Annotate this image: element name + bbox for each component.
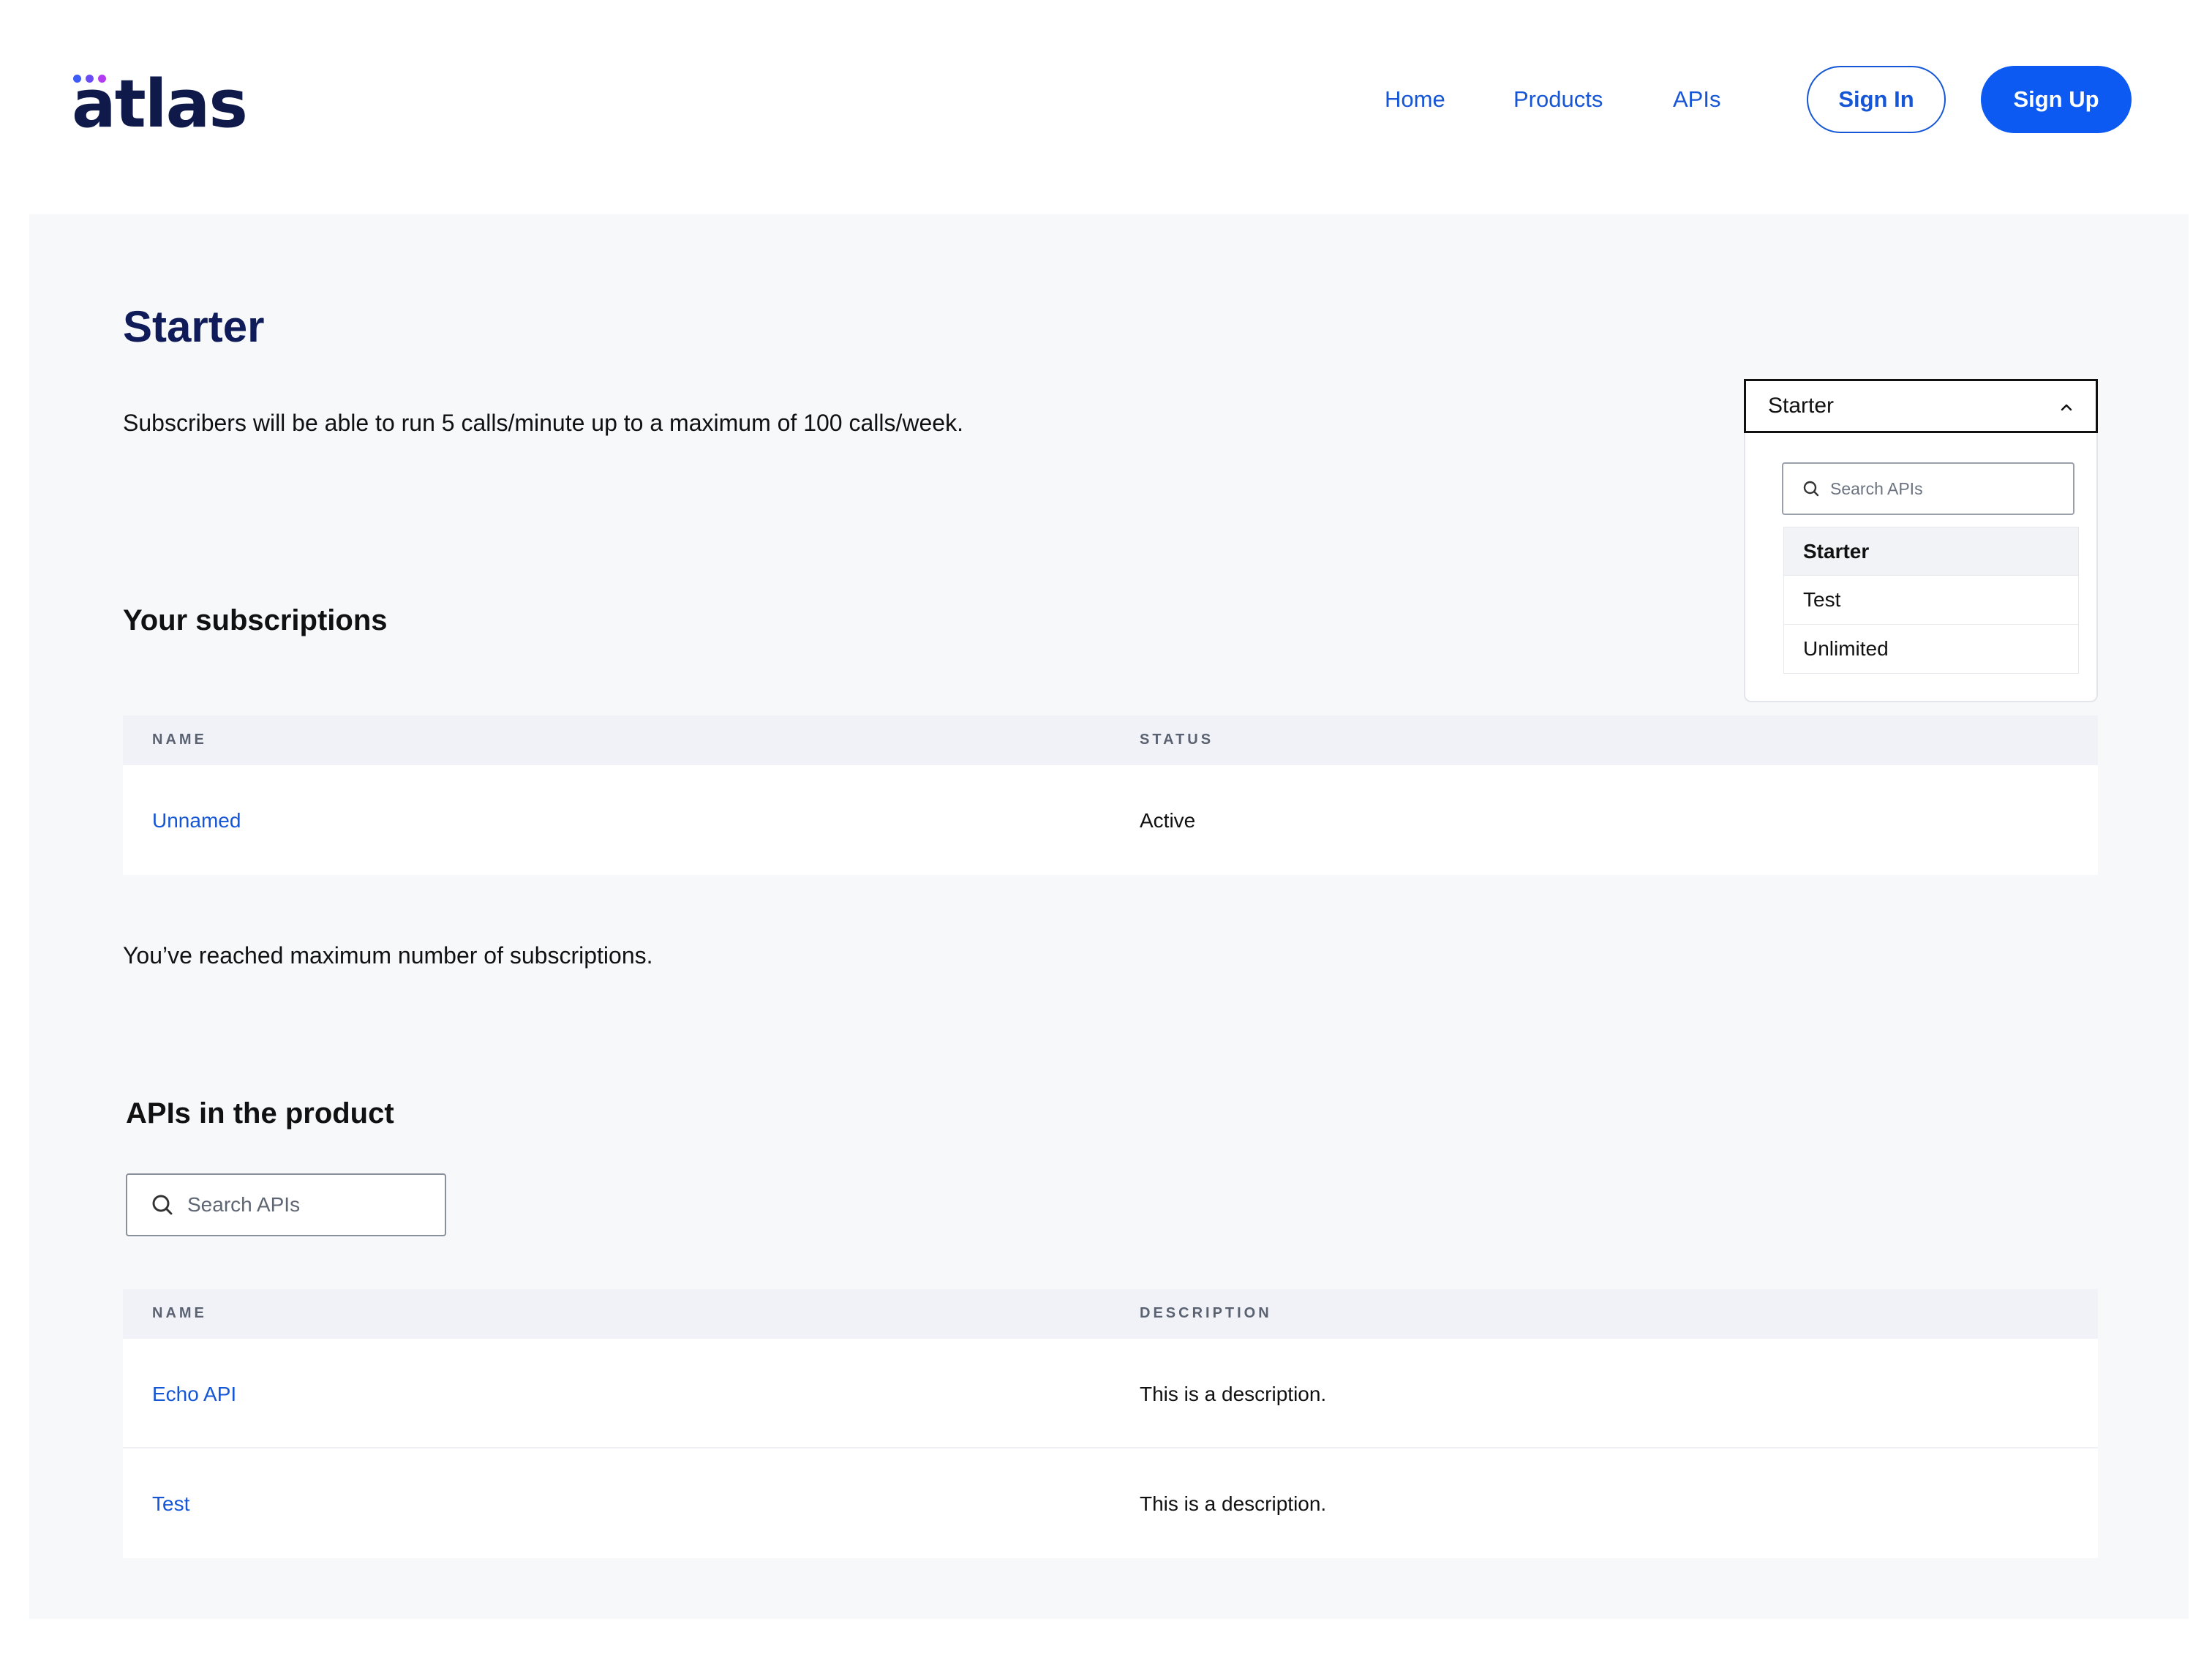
column-header-name: NAME <box>152 1305 207 1321</box>
product-description: Subscribers will be able to run 5 calls/… <box>123 410 963 436</box>
column-header-name: NAME <box>152 732 207 748</box>
atlas-logo[interactable]: atlas <box>72 72 248 138</box>
subscription-status: Active <box>1140 809 1196 832</box>
apis-table-header: NAME DESCRIPTION <box>123 1289 2098 1339</box>
sign-in-button[interactable]: Sign In <box>1807 66 1946 133</box>
api-description: This is a description. <box>1140 1492 1327 1515</box>
plan-dropdown-toggle[interactable]: Starter <box>1744 379 2098 433</box>
plan-option-starter[interactable]: Starter <box>1783 527 2079 576</box>
page-title: Starter <box>123 302 265 351</box>
site-header: atlas Home Products APIs Sign In Sign Up <box>0 0 2212 212</box>
plan-option-unlimited[interactable]: Unlimited <box>1783 625 2079 674</box>
plan-search-input[interactable]: Search APIs <box>1782 462 2074 515</box>
column-header-status: STATUS <box>1140 732 1214 748</box>
apis-table: NAME DESCRIPTION Echo API This is a desc… <box>123 1289 2098 1558</box>
logo-text: atlas <box>72 66 248 143</box>
nav-home[interactable]: Home <box>1385 86 1445 113</box>
search-icon <box>152 1195 173 1215</box>
subscription-limit-note: You’ve reached maximum number of subscri… <box>123 942 653 969</box>
plan-option-test[interactable]: Test <box>1783 576 2079 625</box>
api-name-link[interactable]: Test <box>152 1492 189 1516</box>
nav-apis[interactable]: APIs <box>1673 86 1720 113</box>
api-search-placeholder: Search APIs <box>187 1193 301 1216</box>
subscription-name-link[interactable]: Unnamed <box>152 809 241 832</box>
apis-heading: APIs in the product <box>126 1097 394 1130</box>
table-row: Echo API This is a description. <box>123 1339 2098 1448</box>
chevron-up-icon <box>2061 404 2072 411</box>
search-icon <box>1803 481 1819 497</box>
subscriptions-table-header: NAME STATUS <box>123 715 2098 765</box>
api-description: This is a description. <box>1140 1383 1327 1405</box>
subscriptions-heading: Your subscriptions <box>123 604 388 636</box>
table-row: Test This is a description. <box>123 1448 2098 1558</box>
api-search-input[interactable]: Search APIs <box>126 1173 446 1236</box>
plan-search-placeholder: Search APIs <box>1830 478 1923 498</box>
table-row: Unnamed Active <box>123 765 2098 875</box>
subscriptions-table: NAME STATUS Unnamed Active <box>123 715 2098 875</box>
sign-up-button[interactable]: Sign Up <box>1981 66 2132 133</box>
api-name-link[interactable]: Echo API <box>152 1383 236 1406</box>
nav-products[interactable]: Products <box>1513 86 1603 113</box>
plan-dropdown-selected: Starter <box>1768 394 1835 418</box>
column-header-description: DESCRIPTION <box>1140 1305 1272 1321</box>
plan-options-list: Starter Test Unlimited <box>1783 527 2079 674</box>
